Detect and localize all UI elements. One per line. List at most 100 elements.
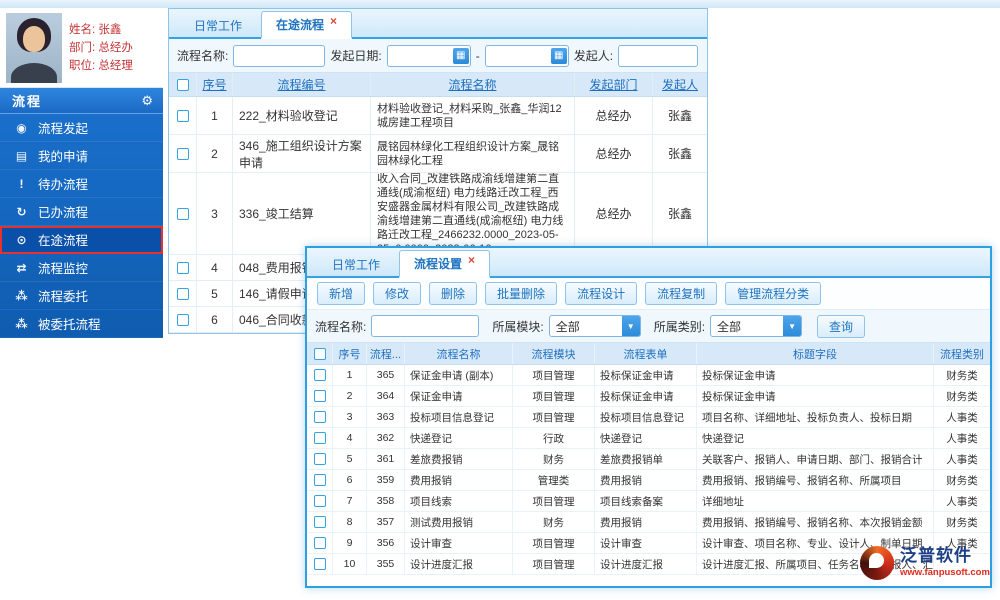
sidebar-item-pending[interactable]: ! 待办流程 <box>0 170 163 198</box>
sidebar-item-label: 在途流程 <box>38 234 89 248</box>
row-checkbox[interactable] <box>313 453 326 465</box>
row-checkbox[interactable] <box>313 537 326 549</box>
header-seq[interactable]: 序号 <box>197 73 233 96</box>
table-row[interactable]: 2 364 保证金申请 项目管理 投标保证金申请 投标保证金申请 财务类 <box>307 386 990 407</box>
cell-dept: 总经办 <box>575 173 653 254</box>
row-checkbox[interactable] <box>313 558 326 570</box>
header-form[interactable]: 流程表单 <box>595 343 697 364</box>
module-select[interactable]: 全部 ▼ <box>548 315 641 337</box>
sidebar-item-in-transit[interactable]: ⊙ 在途流程 <box>0 226 163 254</box>
cell-code: 364 <box>367 386 405 406</box>
header-title-fields[interactable]: 标题字段 <box>697 343 934 364</box>
fanpu-logo-text: 泛普软件 <box>900 546 972 565</box>
header-name[interactable]: 流程名称 <box>371 73 575 96</box>
row-checkbox[interactable] <box>313 474 326 486</box>
table-row[interactable]: 1 222_材料验收登记 材料验收登记_材料采购_张鑫_华润12城房建工程项目 … <box>169 97 707 135</box>
close-icon[interactable]: × <box>330 15 337 27</box>
table-row[interactable]: 1 365 保证金申请 (副本) 项目管理 投标保证金申请 投标保证金申请 财务… <box>307 365 990 386</box>
table-row[interactable]: 7 358 项目线索 项目管理 项目线索备案 详细地址 人事类 <box>307 491 990 512</box>
header-code[interactable]: 流程编号 <box>233 73 371 96</box>
process-name-input[interactable] <box>233 44 326 67</box>
process-design-button[interactable]: 流程设计 <box>565 282 638 305</box>
delete-button[interactable]: 删除 <box>429 282 478 305</box>
row-checkbox[interactable] <box>176 147 189 160</box>
sidebar-item-completed[interactable]: ↻ 已办流程 <box>0 198 163 226</box>
row-checkbox[interactable] <box>176 313 189 326</box>
sidebar-item-monitor[interactable]: ⇄ 流程监控 <box>0 254 163 282</box>
query-button[interactable]: 查询 <box>817 314 866 338</box>
cell-code: 365 <box>367 365 405 385</box>
row-checkbox[interactable] <box>313 369 326 381</box>
cell-person: 张鑫 <box>667 109 692 123</box>
row-checkbox[interactable] <box>176 207 189 220</box>
tab-daily-work[interactable]: 日常工作 <box>317 251 395 276</box>
cell-name: 投标项目信息登记 <box>405 407 513 427</box>
manage-category-button[interactable]: 管理流程分类 <box>725 282 822 305</box>
table-row[interactable]: 8 357 测试费用报销 财务 费用报销 费用报销、报销编号、报销名称、本次报销… <box>307 512 990 533</box>
row-checkbox[interactable] <box>176 109 189 122</box>
row-checkbox[interactable] <box>313 516 326 528</box>
row-checkbox[interactable] <box>176 261 189 274</box>
process-settings-window: 日常工作 流程设置 × 新增 修改 删除 批量删除 流程设计 流程复制 管理流程… <box>305 246 992 588</box>
cell-title-fields: 详细地址 <box>697 491 934 511</box>
cell-name: 差旅费报销 <box>405 449 513 469</box>
sidebar-item-label: 我的申请 <box>38 150 89 164</box>
cell-seq: 5 <box>333 449 367 469</box>
sidebar-item-label: 被委托流程 <box>38 318 101 332</box>
header-seq[interactable]: 序号 <box>333 343 367 364</box>
row-checkbox[interactable] <box>313 495 326 507</box>
process-name-label: 流程名称: <box>177 49 229 63</box>
tab-label: 日常工作 <box>332 257 381 272</box>
table-row[interactable]: 5 361 差旅费报销 财务 差旅费报销单 关联客户、报销人、申请日期、部门、报… <box>307 449 990 470</box>
delegate-icon: ⁂ <box>15 288 28 303</box>
cell-title-fields: 费用报销、报销编号、报销名称、本次报销金额 <box>697 512 934 532</box>
select-all-checkbox[interactable] <box>176 78 189 91</box>
select-all-checkbox[interactable] <box>313 347 326 360</box>
header-code[interactable]: 流程... <box>367 343 405 364</box>
calendar-icon[interactable]: ▦ <box>452 47 469 64</box>
header-module[interactable]: 流程模块 <box>513 343 595 364</box>
close-icon[interactable]: × <box>468 254 475 266</box>
cell-name: 材料验收登记_材料采购_张鑫_华润12城房建工程项目 <box>371 97 575 134</box>
calendar-icon[interactable]: ▦ <box>550 47 567 64</box>
cell-code: 359 <box>367 470 405 490</box>
row-checkbox[interactable] <box>313 390 326 402</box>
tab-in-transit-process[interactable]: 在途流程 × <box>261 11 353 39</box>
sidebar-item-initiate[interactable]: ◉ 流程发起 <box>0 114 163 142</box>
process-name-input[interactable] <box>371 315 480 337</box>
category-select[interactable]: 全部 ▼ <box>710 315 803 337</box>
process-copy-button[interactable]: 流程复制 <box>645 282 718 305</box>
tab-process-settings[interactable]: 流程设置 × <box>399 250 491 278</box>
sidebar-item-label: 流程监控 <box>38 262 89 276</box>
sidebar-item-my-applications[interactable]: ▤ 我的申请 <box>0 142 163 170</box>
sidebar-item-delegate[interactable]: ⁂ 流程委托 <box>0 282 163 310</box>
row-checkbox[interactable] <box>313 432 326 444</box>
batch-delete-button[interactable]: 批量删除 <box>485 282 558 305</box>
table-row[interactable]: 3 363 投标项目信息登记 项目管理 投标项目信息登记 项目名称、详细地址、投… <box>307 407 990 428</box>
gear-icon[interactable]: ⚙ <box>141 93 153 109</box>
tab-daily-work[interactable]: 日常工作 <box>179 12 257 37</box>
edit-button[interactable]: 修改 <box>373 282 422 305</box>
table-row[interactable]: 6 359 费用报销 管理类 费用报销 费用报销、报销编号、报销名称、所属项目 … <box>307 470 990 491</box>
header-dept[interactable]: 发起部门 <box>575 73 653 96</box>
cell-module: 管理类 <box>513 470 595 490</box>
cell-category: 人事类 <box>946 495 978 508</box>
header-category[interactable]: 流程类别 <box>934 343 990 364</box>
row-checkbox[interactable] <box>313 411 326 423</box>
initiator-input[interactable] <box>618 44 699 67</box>
cell-person: 张鑫 <box>667 207 692 221</box>
table-row[interactable]: 4 362 快递登记 行政 快递登记 快递登记 人事类 <box>307 428 990 449</box>
tab-bar: 日常工作 在途流程 × <box>169 9 707 39</box>
table-row[interactable]: 3 336_竣工结算 收入合同_改建铁路成渝线增建第二直通线(成渝枢纽) 电力线… <box>169 173 707 255</box>
header-person[interactable]: 发起人 <box>653 73 707 96</box>
header-name[interactable]: 流程名称 <box>405 343 513 364</box>
cell-code: 361 <box>367 449 405 469</box>
cell-module: 项目管理 <box>513 533 595 553</box>
add-button[interactable]: 新增 <box>317 282 366 305</box>
cell-title-fields: 项目名称、详细地址、投标负责人、投标日期 <box>697 407 934 427</box>
cell-title-fields: 投标保证金申请 <box>697 365 934 385</box>
date-range-separator: - <box>475 48 480 63</box>
sidebar-item-delegated-to-me[interactable]: ⁂ 被委托流程 <box>0 310 163 338</box>
table-row[interactable]: 2 346_施工组织设计方案申请 晟铭园林绿化工程组织设计方案_晟铭园林绿化工程… <box>169 135 707 173</box>
row-checkbox[interactable] <box>176 287 189 300</box>
